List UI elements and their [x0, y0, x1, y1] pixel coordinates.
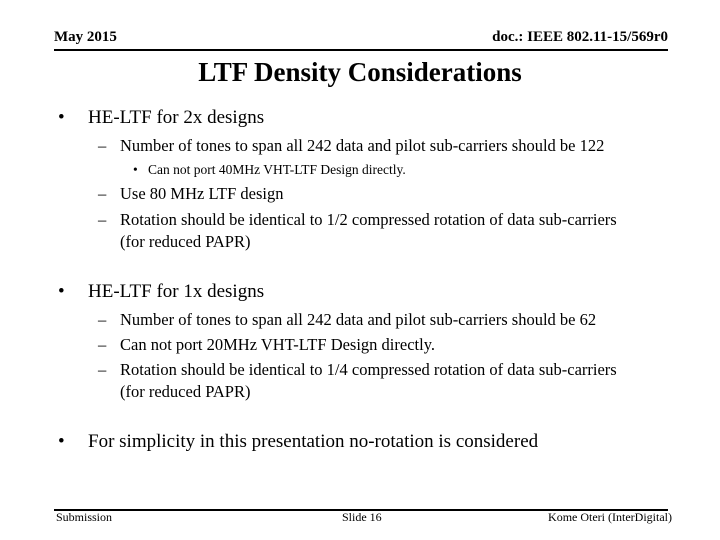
dash-icon: –	[98, 310, 107, 329]
bullet-text: HE-LTF for 2x designs	[88, 107, 265, 128]
header-rule	[54, 49, 668, 51]
sub-bullet-text: (for reduced PAPR)	[120, 382, 251, 401]
header-date: May 2015	[54, 29, 117, 45]
sub-bullet-text: Can not port 20MHz VHT-LTF Design direct…	[120, 335, 436, 354]
sub-bullet-text: (for reduced PAPR)	[120, 232, 251, 251]
sub-bullet-text: Use 80 MHz LTF design	[120, 184, 284, 203]
footer-slide-number: Slide 16	[342, 510, 382, 524]
dash-icon: –	[98, 210, 107, 229]
bullet-icon: •	[58, 431, 65, 452]
slide-title: LTF Density Considerations	[198, 57, 522, 87]
bullet-icon: •	[133, 162, 138, 177]
bullet-icon: •	[58, 281, 65, 302]
footer-submission: Submission	[56, 510, 113, 524]
dash-icon: –	[98, 184, 107, 203]
sub-sub-bullet-text: Can not port 40MHz VHT-LTF Design direct…	[148, 162, 406, 177]
bullet-text: For simplicity in this presentation no-r…	[88, 431, 539, 452]
header-doc-id: doc.: IEEE 802.11-15/569r0	[492, 29, 668, 45]
dash-icon: –	[98, 360, 107, 379]
bullet-icon: •	[58, 107, 65, 128]
footer-author: Kome Oteri (InterDigital)	[548, 510, 672, 524]
dash-icon: –	[98, 335, 107, 354]
sub-bullet-text: Rotation should be identical to 1/2 comp…	[120, 210, 617, 229]
bullet-text: HE-LTF for 1x designs	[88, 281, 265, 302]
sub-bullet-text: Rotation should be identical to 1/4 comp…	[120, 360, 617, 379]
dash-icon: –	[98, 136, 107, 155]
sub-bullet-text: Number of tones to span all 242 data and…	[120, 310, 597, 329]
sub-bullet-text: Number of tones to span all 242 data and…	[120, 136, 605, 155]
